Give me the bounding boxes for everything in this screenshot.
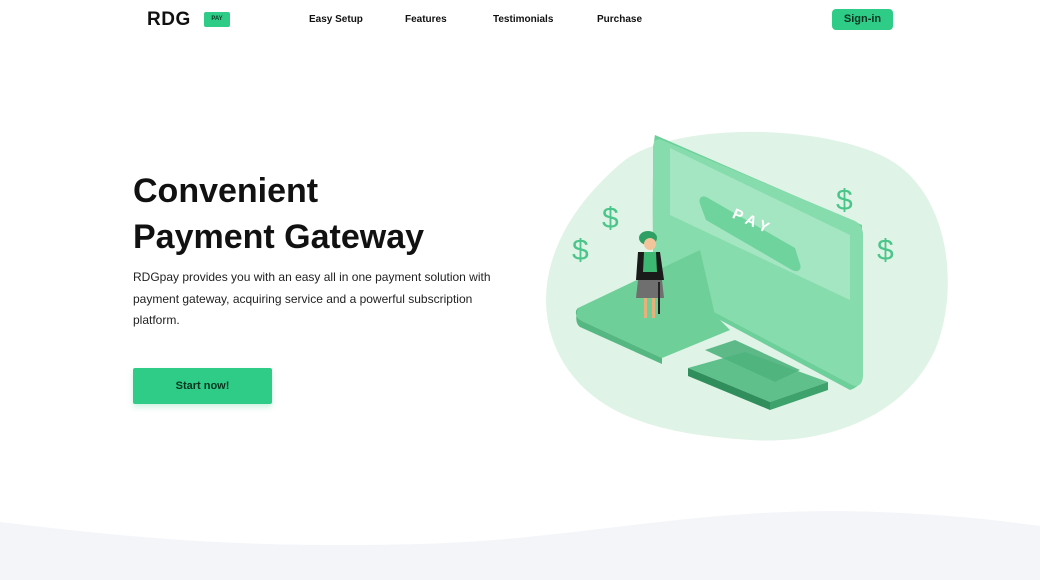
nav-link-testimonials[interactable]: Testimonials xyxy=(493,14,553,25)
sign-in-button[interactable]: Sign-in xyxy=(832,9,893,30)
dollar-icon: $ xyxy=(572,234,589,267)
hero-title: Convenient Payment Gateway xyxy=(133,168,533,260)
top-nav-bar: RDG PAY Easy Setup Features Testimonials… xyxy=(0,0,1040,40)
payment-illustration: PAY $ $ $ $ xyxy=(546,131,948,441)
dollar-icon: $ xyxy=(877,234,894,267)
hero-description: RDGpay provides you with an easy all in … xyxy=(133,270,491,327)
hero-title-line-2: Payment Gateway xyxy=(133,218,425,256)
hero-title-line-1: Convenient xyxy=(133,172,319,210)
brand-badge: PAY xyxy=(204,12,230,27)
dollar-icon: $ xyxy=(836,184,853,217)
nav-link-purchase[interactable]: Purchase xyxy=(597,14,642,25)
dollar-icon: $ xyxy=(602,202,619,235)
nav-link-easy-setup[interactable]: Easy Setup xyxy=(309,14,363,25)
landing-page: RDG PAY Easy Setup Features Testimonials… xyxy=(0,0,1040,580)
nav-link-features[interactable]: Features xyxy=(405,14,447,25)
start-now-button[interactable]: Start now! xyxy=(133,368,272,404)
bottom-wave-divider xyxy=(0,511,1040,580)
brand-logo[interactable]: RDG xyxy=(147,9,191,31)
